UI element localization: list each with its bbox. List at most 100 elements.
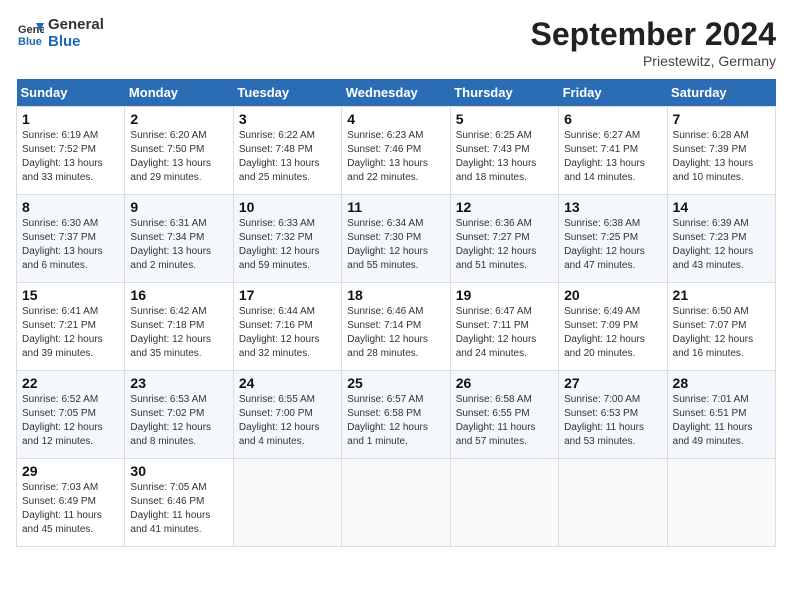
day-info: Sunrise: 7:05 AM Sunset: 6:46 PM Dayligh… — [130, 481, 227, 537]
day-number: 20 — [564, 287, 661, 303]
day-cell: 24 Sunrise: 6:55 AM Sunset: 7:00 PM Dayli… — [233, 371, 341, 459]
header-cell-thursday: Thursday — [450, 79, 558, 107]
day-cell: 23 Sunrise: 6:53 AM Sunset: 7:02 PM Dayli… — [125, 371, 233, 459]
day-number: 15 — [22, 287, 119, 303]
week-row-2: 8 Sunrise: 6:30 AM Sunset: 7:37 PM Daylig… — [17, 195, 776, 283]
day-info: Sunrise: 6:27 AM Sunset: 7:41 PM Dayligh… — [564, 129, 661, 185]
day-cell: 7Sunrise: 6:28 AM Sunset: 7:39 PM Daylig… — [667, 107, 775, 195]
day-info: Sunrise: 7:01 AM Sunset: 6:51 PM Dayligh… — [673, 393, 770, 449]
day-info: Sunrise: 6:41 AM Sunset: 7:21 PM Dayligh… — [22, 305, 119, 361]
day-info: Sunrise: 7:03 AM Sunset: 6:49 PM Dayligh… — [22, 481, 119, 537]
day-number: 12 — [456, 199, 553, 215]
day-info: Sunrise: 6:34 AM Sunset: 7:30 PM Dayligh… — [347, 217, 444, 273]
day-number: 30 — [130, 463, 227, 479]
day-info: Sunrise: 6:52 AM Sunset: 7:05 PM Dayligh… — [22, 393, 119, 449]
day-info: Sunrise: 6:36 AM Sunset: 7:27 PM Dayligh… — [456, 217, 553, 273]
day-info: Sunrise: 6:47 AM Sunset: 7:11 PM Dayligh… — [456, 305, 553, 361]
day-cell: 27 Sunrise: 7:00 AM Sunset: 6:53 PM Dayli… — [559, 371, 667, 459]
day-info: Sunrise: 6:30 AM Sunset: 7:37 PM Dayligh… — [22, 217, 119, 273]
day-number: 25 — [347, 375, 444, 391]
day-number: 8 — [22, 199, 119, 215]
day-number: 21 — [673, 287, 770, 303]
day-number: 1 — [22, 111, 119, 127]
day-number: 28 — [673, 375, 770, 391]
day-info: Sunrise: 6:46 AM Sunset: 7:14 PM Dayligh… — [347, 305, 444, 361]
header-row: SundayMondayTuesdayWednesdayThursdayFrid… — [17, 79, 776, 107]
logo-text: GeneralBlue — [48, 16, 104, 50]
day-number: 9 — [130, 199, 227, 215]
day-number: 24 — [239, 375, 336, 391]
day-cell: 11 Sunrise: 6:34 AM Sunset: 7:30 PM Dayli… — [342, 195, 450, 283]
day-info: Sunrise: 6:50 AM Sunset: 7:07 PM Dayligh… — [673, 305, 770, 361]
day-info: Sunrise: 6:57 AM Sunset: 6:58 PM Dayligh… — [347, 393, 444, 449]
day-number: 4 — [347, 111, 444, 127]
day-cell: 12 Sunrise: 6:36 AM Sunset: 7:27 PM Dayli… — [450, 195, 558, 283]
day-info: Sunrise: 6:39 AM Sunset: 7:23 PM Dayligh… — [673, 217, 770, 273]
header-cell-tuesday: Tuesday — [233, 79, 341, 107]
day-cell: 19 Sunrise: 6:47 AM Sunset: 7:11 PM Dayli… — [450, 283, 558, 371]
day-info: Sunrise: 6:55 AM Sunset: 7:00 PM Dayligh… — [239, 393, 336, 449]
day-info: Sunrise: 6:44 AM Sunset: 7:16 PM Dayligh… — [239, 305, 336, 361]
day-number: 16 — [130, 287, 227, 303]
day-cell: 2 Sunrise: 6:20 AM Sunset: 7:50 PM Daylig… — [125, 107, 233, 195]
week-row-3: 15 Sunrise: 6:41 AM Sunset: 7:21 PM Dayli… — [17, 283, 776, 371]
day-info: Sunrise: 6:53 AM Sunset: 7:02 PM Dayligh… — [130, 393, 227, 449]
day-info: Sunrise: 6:38 AM Sunset: 7:25 PM Dayligh… — [564, 217, 661, 273]
day-cell — [233, 459, 341, 547]
month-title: September 2024 — [531, 16, 776, 53]
day-number: 19 — [456, 287, 553, 303]
day-number: 6 — [564, 111, 661, 127]
day-number: 13 — [564, 199, 661, 215]
week-row-4: 22 Sunrise: 6:52 AM Sunset: 7:05 PM Dayli… — [17, 371, 776, 459]
header-cell-saturday: Saturday — [667, 79, 775, 107]
day-cell: 10 Sunrise: 6:33 AM Sunset: 7:32 PM Dayli… — [233, 195, 341, 283]
day-cell: 30 Sunrise: 7:05 AM Sunset: 6:46 PM Dayli… — [125, 459, 233, 547]
day-info: Sunrise: 6:42 AM Sunset: 7:18 PM Dayligh… — [130, 305, 227, 361]
day-info: Sunrise: 6:28 AM Sunset: 7:39 PM Dayligh… — [673, 129, 770, 185]
header-cell-monday: Monday — [125, 79, 233, 107]
week-row-5: 29 Sunrise: 7:03 AM Sunset: 6:49 PM Dayli… — [17, 459, 776, 547]
day-cell: 5 Sunrise: 6:25 AM Sunset: 7:43 PM Daylig… — [450, 107, 558, 195]
day-number: 27 — [564, 375, 661, 391]
day-info: Sunrise: 6:23 AM Sunset: 7:46 PM Dayligh… — [347, 129, 444, 185]
day-number: 3 — [239, 111, 336, 127]
title-block: September 2024 Priestewitz, Germany — [531, 16, 776, 69]
day-cell: 21 Sunrise: 6:50 AM Sunset: 7:07 PM Dayli… — [667, 283, 775, 371]
day-info: Sunrise: 6:25 AM Sunset: 7:43 PM Dayligh… — [456, 129, 553, 185]
day-number: 22 — [22, 375, 119, 391]
header: General Blue GeneralBlue September 2024 … — [16, 16, 776, 69]
day-number: 10 — [239, 199, 336, 215]
day-cell: 6 Sunrise: 6:27 AM Sunset: 7:41 PM Daylig… — [559, 107, 667, 195]
day-cell: 4 Sunrise: 6:23 AM Sunset: 7:46 PM Daylig… — [342, 107, 450, 195]
day-info: Sunrise: 6:20 AM Sunset: 7:50 PM Dayligh… — [130, 129, 227, 185]
day-info: Sunrise: 7:00 AM Sunset: 6:53 PM Dayligh… — [564, 393, 661, 449]
day-cell: 8 Sunrise: 6:30 AM Sunset: 7:37 PM Daylig… — [17, 195, 125, 283]
day-cell: 25 Sunrise: 6:57 AM Sunset: 6:58 PM Dayli… — [342, 371, 450, 459]
day-cell: 26Sunrise: 6:58 AM Sunset: 6:55 PM Dayli… — [450, 371, 558, 459]
day-info: Sunrise: 6:49 AM Sunset: 7:09 PM Dayligh… — [564, 305, 661, 361]
day-cell: 18 Sunrise: 6:46 AM Sunset: 7:14 PM Dayli… — [342, 283, 450, 371]
day-cell: 9Sunrise: 6:31 AM Sunset: 7:34 PM Daylig… — [125, 195, 233, 283]
day-number: 23 — [130, 375, 227, 391]
day-cell — [450, 459, 558, 547]
day-number: 29 — [22, 463, 119, 479]
day-info: Sunrise: 6:58 AM Sunset: 6:55 PM Dayligh… — [456, 393, 553, 449]
day-cell: 14 Sunrise: 6:39 AM Sunset: 7:23 PM Dayli… — [667, 195, 775, 283]
header-cell-sunday: Sunday — [17, 79, 125, 107]
day-cell: 3Sunrise: 6:22 AM Sunset: 7:48 PM Daylig… — [233, 107, 341, 195]
day-number: 11 — [347, 199, 444, 215]
day-cell — [342, 459, 450, 547]
day-cell: 17 Sunrise: 6:44 AM Sunset: 7:16 PM Dayli… — [233, 283, 341, 371]
day-cell: 22 Sunrise: 6:52 AM Sunset: 7:05 PM Dayli… — [17, 371, 125, 459]
calendar-table: SundayMondayTuesdayWednesdayThursdayFrid… — [16, 79, 776, 547]
location-subtitle: Priestewitz, Germany — [531, 53, 776, 69]
day-cell: 15 Sunrise: 6:41 AM Sunset: 7:21 PM Dayli… — [17, 283, 125, 371]
day-info: Sunrise: 6:33 AM Sunset: 7:32 PM Dayligh… — [239, 217, 336, 273]
day-number: 17 — [239, 287, 336, 303]
day-cell: 1Sunrise: 6:19 AM Sunset: 7:52 PM Daylig… — [17, 107, 125, 195]
day-cell — [667, 459, 775, 547]
day-number: 5 — [456, 111, 553, 127]
day-number: 2 — [130, 111, 227, 127]
day-number: 18 — [347, 287, 444, 303]
day-number: 14 — [673, 199, 770, 215]
